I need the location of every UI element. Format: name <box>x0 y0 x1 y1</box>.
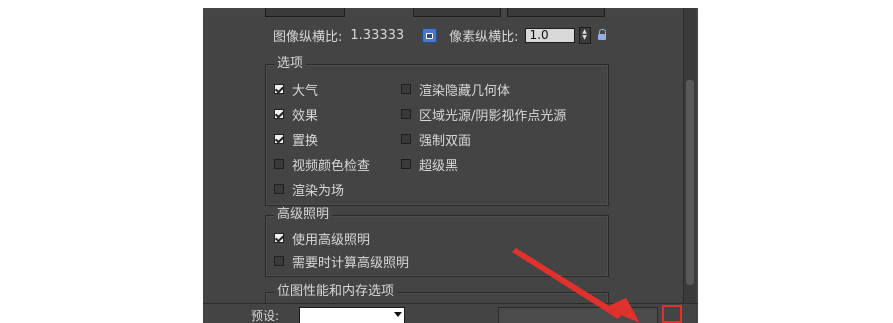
option-displacement-label: 置换 <box>292 133 319 149</box>
option-video-color-check-label: 视频颜色检查 <box>292 158 371 174</box>
option-render-to-fields-label: 渲染为场 <box>292 183 345 199</box>
checkbox-compute-advanced-lighting[interactable] <box>274 256 284 266</box>
footer-button[interactable] <box>498 307 658 323</box>
checkbox-use-advanced-lighting[interactable] <box>274 233 284 243</box>
option-super-black-label: 超级黑 <box>419 158 459 174</box>
checkbox-force-2-sided[interactable] <box>401 134 411 144</box>
options-group-title: 选项 <box>274 55 307 73</box>
option-displacement[interactable]: 置换 <box>274 128 318 150</box>
advanced-lighting-group-title: 高级照明 <box>274 206 333 224</box>
preset-label: 预设: <box>251 309 280 323</box>
checkbox-render-to-fields[interactable] <box>274 184 284 194</box>
option-render-hidden-geometry[interactable]: 渲染隐藏几何体 <box>401 78 510 100</box>
bitmap-memory-group-title[interactable]: 位图性能和内存选项 <box>274 283 398 301</box>
checkbox-super-black[interactable] <box>401 159 411 169</box>
checkbox-render-hidden-geometry[interactable] <box>401 84 411 94</box>
option-use-advanced-lighting[interactable]: 使用高级照明 <box>274 227 370 249</box>
option-render-hidden-geometry-label: 渲染隐藏几何体 <box>419 83 511 99</box>
top-field-right[interactable] <box>507 8 605 17</box>
pixel-aspect-label: 像素纵横比: <box>449 29 519 45</box>
checkbox-area-lights-as-points[interactable] <box>401 109 411 119</box>
option-use-advanced-lighting-label: 使用高级照明 <box>292 232 371 248</box>
render-setup-panel: 图像纵横比: 1.33333 像素纵横比: 1.0 ▲ ▼ 选项 大气 效果 置换… <box>203 8 698 323</box>
aspect-row: 图像纵横比: 1.33333 像素纵横比: 1.0 ▲ ▼ <box>273 24 607 46</box>
pixel-aspect-spinner-arrows[interactable]: ▲ ▼ <box>578 26 591 44</box>
preset-dropdown[interactable] <box>299 307 405 323</box>
option-atmosphere[interactable]: 大气 <box>274 78 318 100</box>
option-force-2-sided[interactable]: 强制双面 <box>401 128 471 150</box>
option-compute-advanced-lighting[interactable]: 需要时计算高级照明 <box>274 250 409 272</box>
image-aspect-label: 图像纵横比: <box>273 29 343 45</box>
lock-pixel-aspect-icon[interactable] <box>597 29 607 41</box>
footer-bar: 预设: <box>203 303 698 323</box>
option-super-black[interactable]: 超级黑 <box>401 153 458 175</box>
checkbox-video-color-check[interactable] <box>274 159 284 169</box>
checkbox-displacement[interactable] <box>274 134 284 144</box>
chevron-down-icon <box>394 312 402 317</box>
pixel-aspect-spinner[interactable]: 1.0 <box>524 27 575 43</box>
option-effects-label: 效果 <box>292 108 319 124</box>
options-group: 选项 大气 效果 置换 视频颜色检查 渲染为场 渲染隐藏几何体 区域光源/阴影视… <box>265 55 609 206</box>
option-effects[interactable]: 效果 <box>274 103 318 125</box>
top-field-left[interactable] <box>265 8 345 17</box>
checkbox-effects[interactable] <box>274 109 284 119</box>
option-area-lights-as-points[interactable]: 区域光源/阴影视作点光源 <box>401 103 566 125</box>
option-atmosphere-label: 大气 <box>292 83 319 99</box>
option-video-color-check[interactable]: 视频颜色检查 <box>274 153 370 175</box>
scrollbar-thumb[interactable] <box>686 80 694 285</box>
vertical-scrollbar[interactable] <box>683 8 696 306</box>
pixel-aspect-value: 1.0 <box>529 28 549 42</box>
top-controls-strip <box>203 8 698 18</box>
lock-aspect-icon[interactable] <box>422 27 438 43</box>
option-force-2-sided-label: 强制双面 <box>419 133 472 149</box>
image-aspect-value: 1.33333 <box>350 27 405 43</box>
annotation-highlight-box <box>662 305 682 323</box>
advanced-lighting-group: 高级照明 使用高级照明 需要时计算高级照明 <box>265 206 609 277</box>
option-render-to-fields[interactable]: 渲染为场 <box>274 178 344 200</box>
checkbox-atmosphere[interactable] <box>274 84 284 94</box>
option-compute-advanced-lighting-label: 需要时计算高级照明 <box>292 255 410 271</box>
option-area-lights-as-points-label: 区域光源/阴影视作点光源 <box>419 108 567 124</box>
top-field-mid[interactable] <box>413 8 501 17</box>
